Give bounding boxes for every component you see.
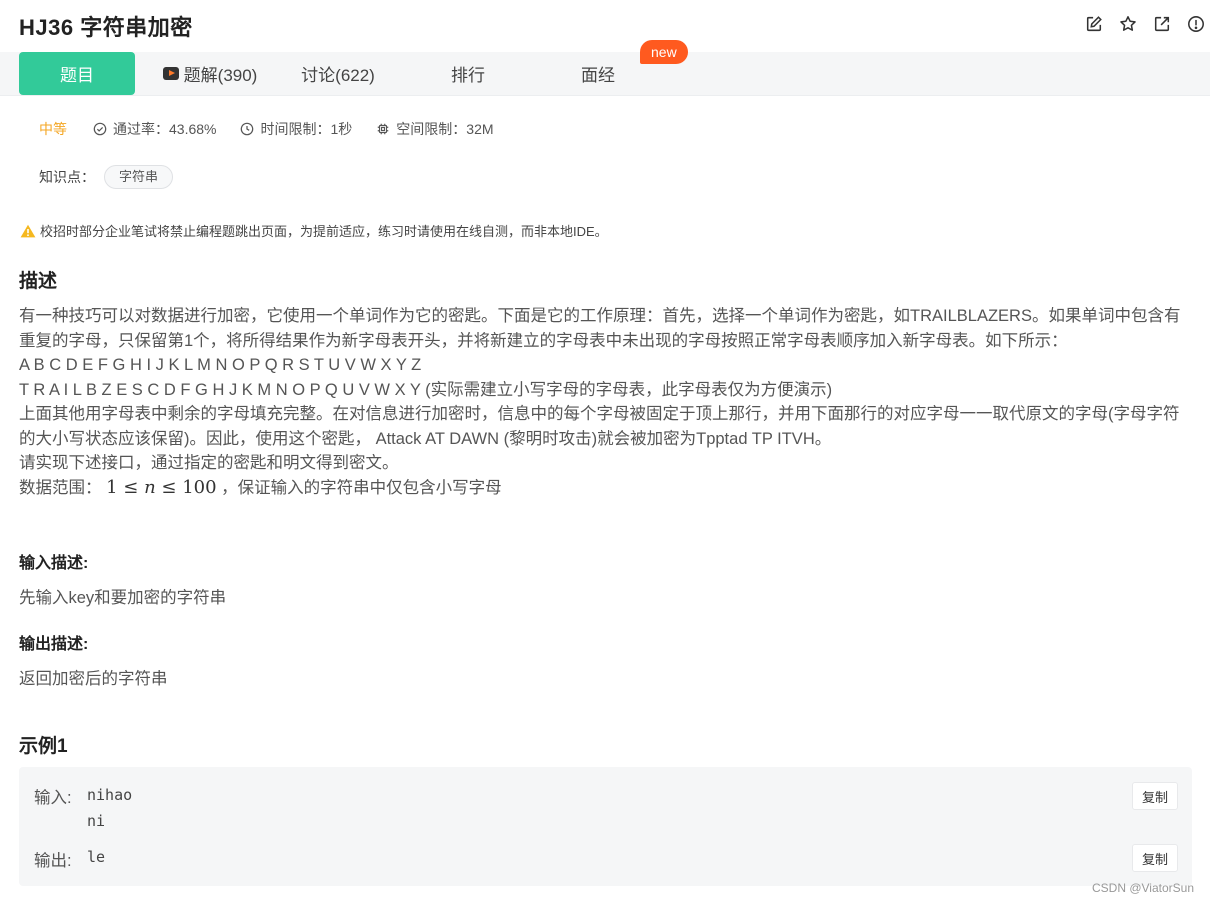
example-input-code: nihao ni (87, 782, 132, 834)
time-limit-text: 时间限制：1秒 (260, 121, 353, 137)
warning-text: 校招时部分企业笔试将禁止编程题跳出页面，为提前适应，练习时请使用在线自测，而非本… (40, 224, 608, 239)
tab-label: 面经 (581, 66, 615, 85)
space-limit-text: 空间限制：32M (396, 121, 494, 137)
video-play-icon (162, 67, 179, 80)
tab-label: 讨论(622) (301, 66, 375, 85)
knowledge-tag[interactable]: 字符串 (104, 165, 174, 189)
cipher-alphabet-line: T R A I L B Z E S C D F G H J K M N O P … (19, 380, 833, 399)
clock-icon (241, 122, 254, 136)
example-output-line: le (87, 848, 106, 866)
example-input-line: nihao (87, 786, 133, 804)
input-desc-text: 先输入key和要加密的字符串 (19, 589, 227, 607)
description-para: 请实现下述接口，通过指定的密匙和明文得到密文。 (19, 454, 399, 472)
tab-interview[interactable]: 面经 (542, 52, 654, 95)
description-body: 有一种技巧可以对数据进行加密，它使用一个单词作为它的密匙。下面是它的工作原理：首… (19, 304, 1189, 500)
knowledge-label: 知识点： (39, 169, 95, 185)
range-lower: 1 (106, 476, 118, 498)
header-actions (1084, 14, 1206, 34)
chip-icon (378, 123, 389, 135)
new-badge: new (640, 40, 688, 64)
range-prefix: 数据范围： (19, 478, 102, 497)
data-range: 数据范围： 1 ≤ n ≤ 100 ，保证输入的字符串中仅包含小写字母 (19, 476, 1189, 501)
problem-meta: 中等 通过率：43.68% 时间限制：1秒 空间限制：32M (39, 120, 518, 138)
tab-bar: 题目 题解(390) 讨论(622) 排行 面经 (0, 52, 1210, 96)
range-suffix: ，保证输入的字符串中仅包含小写字母 (216, 478, 502, 497)
alphabet-line: A B C D E F G H I J K L M N O P Q R S T … (19, 356, 422, 374)
tab-label: 题解(390) (183, 66, 258, 85)
watermark: CSDN @ViatorSun (1092, 881, 1194, 895)
tab-solutions[interactable]: 题解(390) (150, 52, 270, 95)
description-para: 上面其他用字母表中剩余的字母填充完整。在对信息进行加密时，信息中的每个字母被固定… (19, 405, 1180, 448)
output-desc-heading: 输出描述: (19, 636, 89, 653)
example-input-line: ni (87, 812, 106, 830)
exam-warning: 校招时部分企业笔试将禁止编程题跳出页面，为提前适应，练习时请使用在线自测，而非本… (20, 221, 608, 240)
output-desc-text: 返回加密后的字符串 (19, 670, 168, 688)
time-limit: 时间限制：1秒 (240, 119, 352, 139)
range-upper: 100 (182, 476, 217, 498)
difficulty-label: 中等 (39, 121, 67, 137)
copy-input-button[interactable]: 复制 (1132, 782, 1178, 810)
example-output-label: 输出: (34, 852, 72, 870)
tab-problem[interactable]: 题目 (19, 52, 135, 95)
range-formula: 1 ≤ n ≤ 100 (106, 476, 217, 498)
tab-label: 排行 (451, 66, 485, 85)
report-icon[interactable] (1186, 14, 1206, 34)
range-variable: n (144, 476, 156, 498)
example-output-code: le (87, 844, 105, 870)
pass-rate: 通过率：43.68% (93, 119, 216, 139)
warning-icon (20, 224, 36, 237)
description-heading: 描述 (19, 271, 58, 292)
input-desc-heading: 输入描述: (19, 555, 89, 572)
example-heading: 示例1 (19, 736, 68, 757)
share-icon[interactable] (1152, 14, 1172, 34)
tab-ranking[interactable]: 排行 (412, 52, 524, 95)
description-para: 有一种技巧可以对数据进行加密，它使用一个单词作为它的密匙。下面是它的工作原理：首… (19, 307, 1181, 350)
example-input-label: 输入: (34, 789, 72, 807)
tab-discussion[interactable]: 讨论(622) (282, 52, 394, 95)
example-box: 输入: nihao ni 复制 输出: le 复制 (19, 767, 1192, 886)
edit-icon[interactable] (1084, 14, 1104, 34)
knowledge-points: 知识点： 字符串 (39, 165, 174, 189)
space-limit: 空间限制：32M (376, 119, 494, 139)
star-icon[interactable] (1118, 14, 1138, 34)
copy-output-button[interactable]: 复制 (1132, 844, 1178, 872)
pass-rate-text: 通过率：43.68% (113, 121, 217, 137)
tab-label: 题目 (60, 66, 94, 85)
check-circle-icon (93, 122, 107, 136)
title-bar: HJ36 字符串加密 (0, 0, 1210, 52)
page-title: HJ36 字符串加密 (19, 15, 193, 40)
